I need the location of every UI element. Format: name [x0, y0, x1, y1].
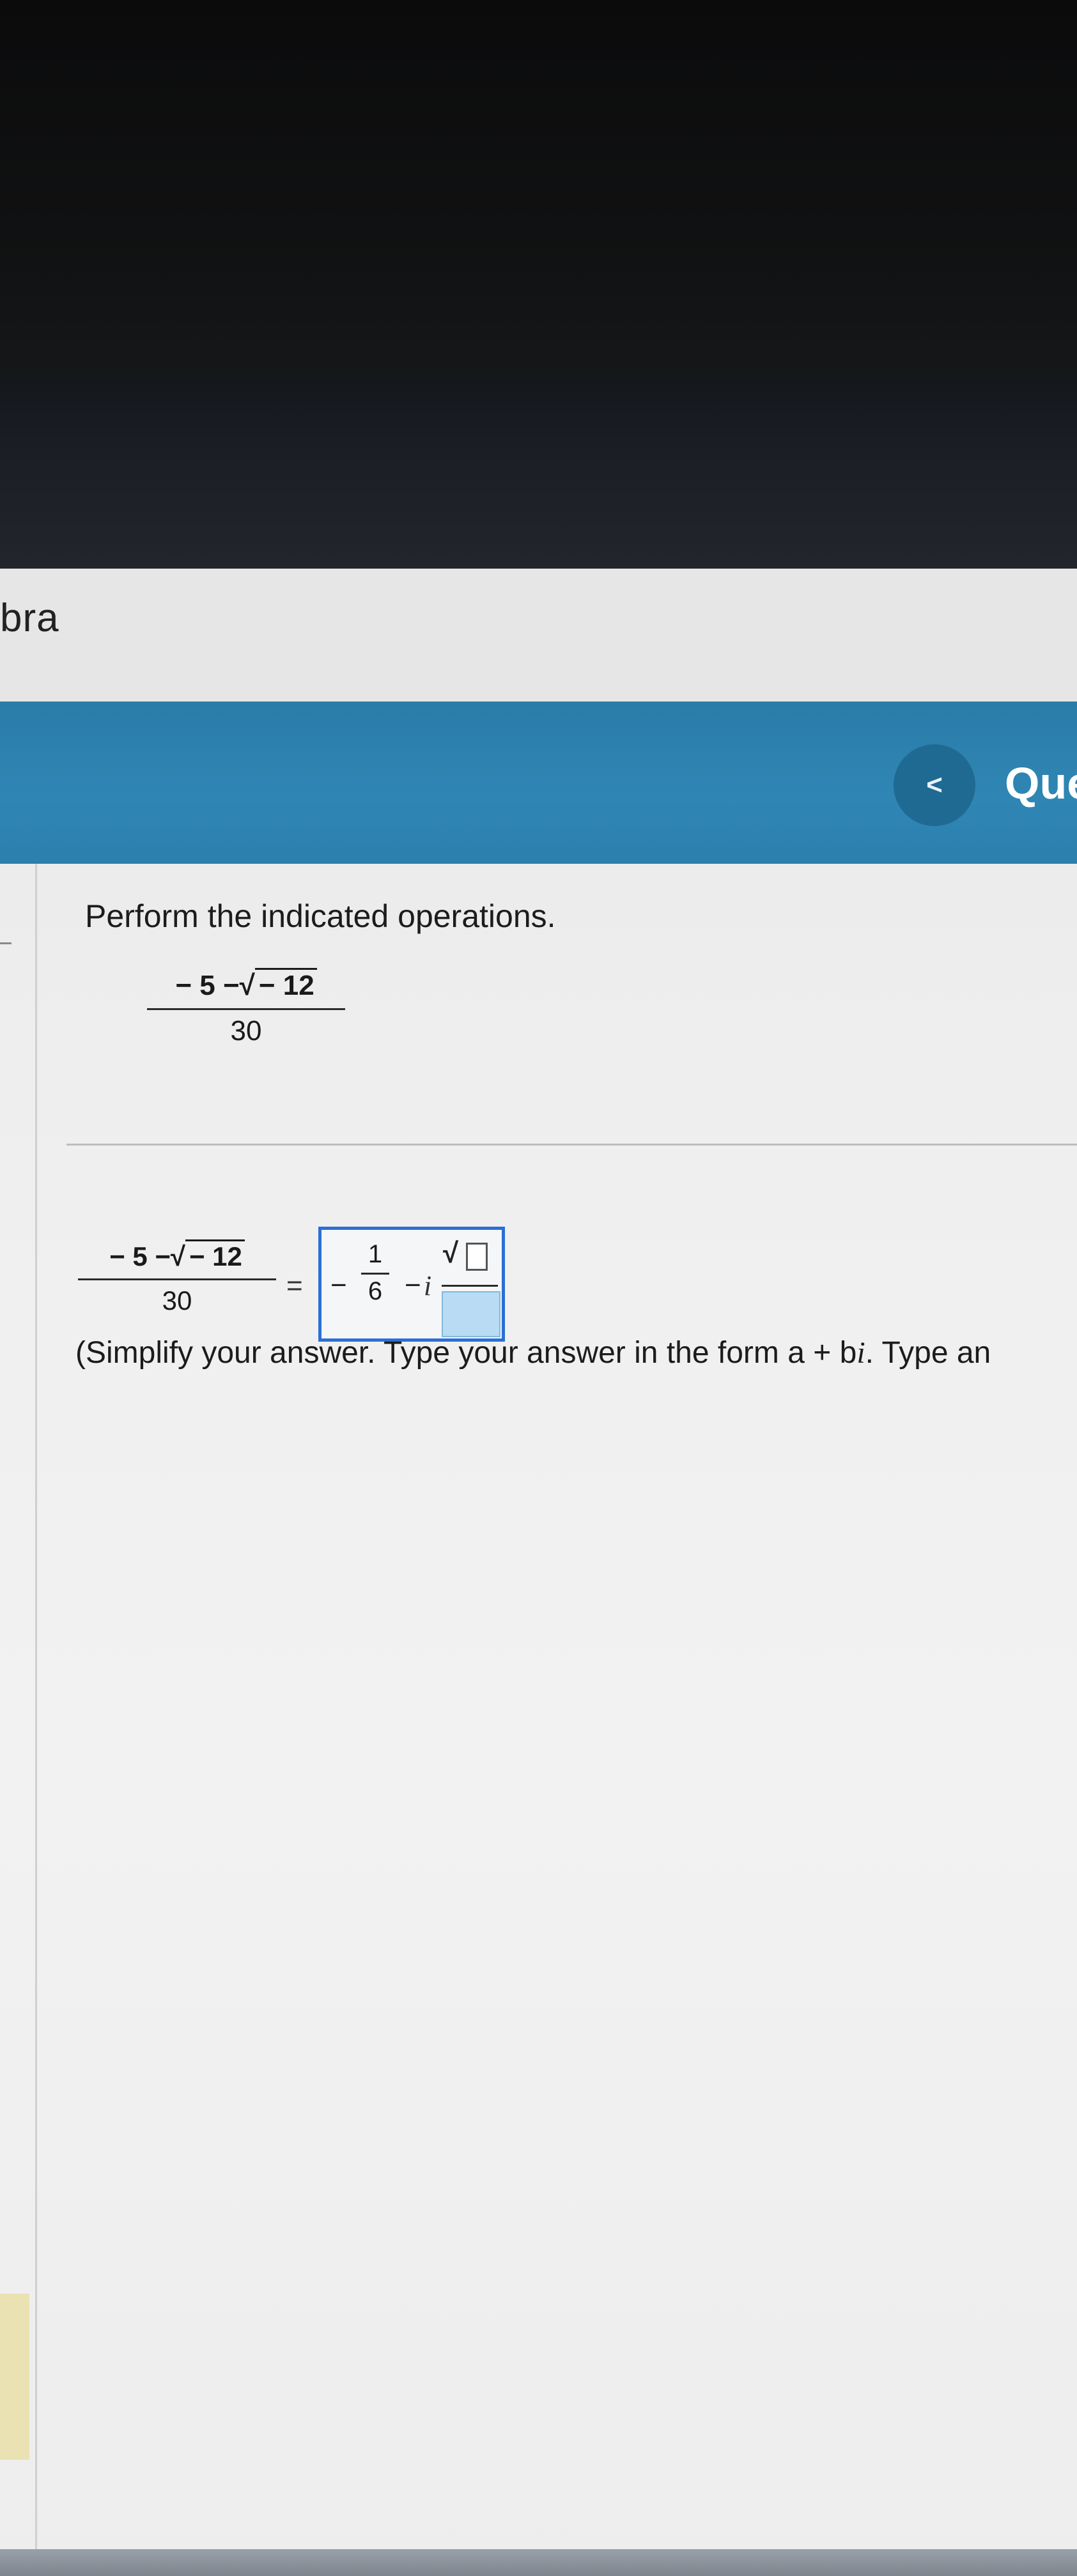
previous-question-button[interactable]: < [894, 744, 975, 826]
fraction-bar [442, 1285, 498, 1287]
problem-expression: − 5 − √ − 12 30 [147, 968, 345, 1047]
answer-real-numerator: 1 [368, 1240, 383, 1268]
imaginary-unit: i [424, 1270, 432, 1301]
section-divider [66, 1144, 1077, 1146]
rail-tick [0, 942, 12, 944]
answer-real-fraction: 1 6 [359, 1240, 392, 1306]
radicand: − 12 [185, 1239, 245, 1272]
answer-lhs-numerator: − 5 − √ − 12 [109, 1239, 245, 1272]
fraction-bar [78, 1278, 276, 1280]
content-left-border [35, 864, 37, 2576]
sticky-note-edge [0, 2294, 29, 2460]
radical-icon: √ [170, 1241, 185, 1271]
answer-lhs-expression: − 5 − √ − 12 30 [78, 1239, 276, 1316]
radical-icon: √ [443, 1238, 459, 1269]
hint-imaginary-unit: i [856, 1336, 865, 1370]
problem-denominator: 30 [230, 1015, 262, 1046]
chevron-left-icon: < [926, 769, 943, 801]
answer-input-box[interactable]: − 1 6 − i √ [318, 1227, 505, 1342]
hint-text: (Simplify your answer. Type your answer … [75, 1336, 857, 1370]
radical-slot: √ [443, 1238, 494, 1277]
fraction-bar [361, 1273, 389, 1275]
fraction-bar [147, 1008, 345, 1010]
monitor-bezel-top [0, 0, 1077, 377]
equals-sign: = [286, 1270, 303, 1301]
radical: √ − 12 [240, 968, 317, 1002]
monitor-bezel-band [0, 377, 1077, 569]
question-nav-label[interactable]: Que [1005, 758, 1077, 809]
radical: √ − 12 [171, 1239, 245, 1272]
screen: bra < Que Perform the indicated operatio… [0, 569, 1077, 2576]
hint-tail: . Type an [865, 1336, 991, 1370]
denominator-input[interactable] [442, 1291, 500, 1337]
numerator-lead: − 5 − [109, 1241, 171, 1271]
title-strip: bra [0, 569, 1077, 702]
bottom-edge [0, 2549, 1077, 2576]
answer-sign: − [330, 1269, 347, 1301]
question-nav-bar: < Que [0, 702, 1077, 864]
course-title: bra [0, 596, 59, 640]
radicand: − 12 [254, 968, 317, 1002]
radical-icon: √ [239, 970, 255, 1001]
answer-lhs-denominator: 30 [162, 1285, 192, 1315]
answer-operator: − [405, 1269, 421, 1301]
answer-real-denominator: 6 [368, 1277, 383, 1305]
radicand-input[interactable] [466, 1243, 488, 1271]
problem-numerator: − 5 − √ − 12 [175, 968, 317, 1002]
answer-format-hint: (Simplify your answer. Type your answer … [75, 1335, 991, 1370]
question-instruction: Perform the indicated operations. [85, 898, 556, 934]
numerator-lead: − 5 − [175, 970, 240, 1001]
